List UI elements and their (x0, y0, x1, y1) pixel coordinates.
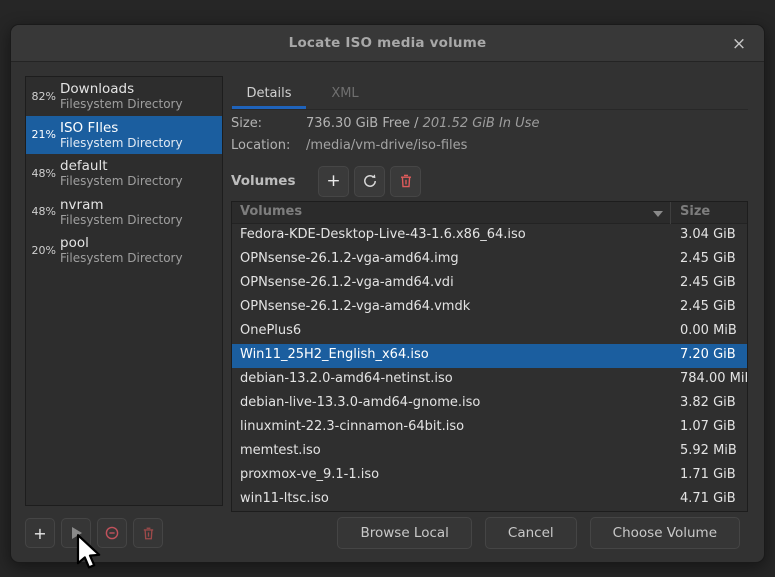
volume-name: linuxmint-22.3-cinnamon-64bit.iso (240, 419, 464, 434)
column-divider[interactable] (670, 202, 671, 224)
storage-pool-item[interactable]: 82% Downloads Filesystem Directory (26, 77, 222, 116)
column-header-size[interactable]: Size (680, 204, 710, 219)
storage-pool-item[interactable]: 21% ISO FIles Filesystem Directory (26, 116, 222, 155)
volume-row[interactable]: debian-13.2.0-amd64-netinst.iso 784.00 M… (232, 368, 747, 392)
volume-size: 4.71 GiB (680, 491, 748, 506)
plus-icon: + (326, 173, 340, 190)
delete-pool-button[interactable] (133, 518, 163, 548)
volume-row[interactable]: linuxmint-22.3-cinnamon-64bit.iso 1.07 G… (232, 416, 747, 440)
close-icon[interactable]: × (728, 33, 750, 55)
volume-row[interactable]: OPNsense-26.1.2-vga-amd64.vdi 2.45 GiB (232, 272, 747, 296)
choose-volume-button[interactable]: Choose Volume (590, 517, 740, 549)
volume-row[interactable]: OPNsense-26.1.2-vga-amd64.vmdk 2.45 GiB (232, 296, 747, 320)
locate-iso-dialog: Locate ISO media volume × 82% Downloads … (10, 24, 765, 563)
storage-pool-list[interactable]: 82% Downloads Filesystem Directory 21% I… (25, 76, 223, 506)
add-pool-button[interactable]: + (25, 518, 55, 548)
sort-descending-icon (653, 211, 663, 217)
size-in-use: 201.52 GiB In Use (418, 116, 539, 131)
tab-label: Details (246, 86, 291, 101)
volumes-section-label: Volumes (231, 173, 318, 189)
storage-pool-item[interactable]: 20% pool Filesystem Directory (26, 231, 222, 270)
pool-name: ISO FIles (60, 120, 183, 136)
volume-size: 1.71 GiB (680, 467, 748, 482)
volume-size: 0.00 MiB (680, 323, 748, 338)
volume-row[interactable]: Fedora-KDE-Desktop-Live-43-1.6.x86_64.is… (232, 224, 747, 248)
plus-icon: + (33, 525, 46, 542)
pool-type: Filesystem Directory (60, 97, 183, 111)
pool-type: Filesystem Directory (60, 251, 183, 265)
volume-size: 7.20 GiB (680, 347, 748, 362)
pool-name: nvram (60, 197, 183, 213)
tab-bar: Details XML (231, 77, 748, 110)
volumes-table-body: Fedora-KDE-Desktop-Live-43-1.6.x86_64.is… (232, 224, 747, 512)
size-free: 736.30 GiB Free / (306, 116, 418, 131)
add-volume-button[interactable]: + (318, 166, 349, 197)
volume-row[interactable]: OnePlus6 0.00 MiB (232, 320, 747, 344)
pool-name: Downloads (60, 81, 183, 97)
dialog-titlebar[interactable]: Locate ISO media volume × (11, 25, 764, 62)
volume-name: OPNsense-26.1.2-vga-amd64.vdi (240, 275, 454, 290)
volume-name: Fedora-KDE-Desktop-Live-43-1.6.x86_64.is… (240, 227, 526, 242)
stop-circle-icon (104, 525, 120, 541)
pool-type: Filesystem Directory (60, 174, 183, 188)
volumes-toolbar: Volumes + (231, 165, 748, 197)
size-row: Size:736.30 GiB Free / 201.52 GiB In Use (231, 116, 748, 134)
volume-size: 784.00 MiB (680, 371, 748, 386)
dialog-title: Locate ISO media volume (289, 35, 487, 51)
volume-size: 2.45 GiB (680, 251, 748, 266)
cancel-button[interactable]: Cancel (485, 517, 577, 549)
location-label: Location: (231, 138, 306, 153)
browse-local-button[interactable]: Browse Local (337, 517, 471, 549)
volume-size: 1.07 GiB (680, 419, 748, 434)
tab[interactable]: Details (231, 77, 307, 109)
pool-usage-percent: 21% (26, 128, 60, 141)
pool-usage-percent: 82% (26, 90, 60, 103)
volume-name: debian-live-13.3.0-amd64-gnome.iso (240, 395, 480, 410)
volume-size: 3.04 GiB (680, 227, 748, 242)
tab-label: XML (331, 86, 358, 101)
refresh-icon (362, 173, 378, 189)
volume-row[interactable]: OPNsense-26.1.2-vga-amd64.img 2.45 GiB (232, 248, 747, 272)
volumes-table-header[interactable]: Volumes Size (232, 202, 747, 224)
refresh-volumes-button[interactable] (354, 166, 385, 197)
pool-type: Filesystem Directory (60, 136, 183, 150)
delete-volume-button[interactable] (390, 166, 421, 197)
storage-pool-item[interactable]: 48% default Filesystem Directory (26, 154, 222, 193)
volume-name: proxmox-ve_9.1-1.iso (240, 467, 379, 482)
size-label: Size: (231, 116, 306, 131)
volume-row[interactable]: Win11_25H2_English_x64.iso 7.20 GiB (232, 344, 747, 368)
storage-pool-item[interactable]: 48% nvram Filesystem Directory (26, 193, 222, 232)
volume-size: 2.45 GiB (680, 275, 748, 290)
location-value: /media/vm-drive/iso-files (306, 138, 467, 153)
trash-icon (398, 173, 414, 189)
volume-row[interactable]: memtest.iso 5.92 MiB (232, 440, 747, 464)
pool-usage-percent: 48% (26, 205, 60, 218)
volume-name: OPNsense-26.1.2-vga-amd64.vmdk (240, 299, 470, 314)
pool-type: Filesystem Directory (60, 213, 183, 227)
pool-usage-percent: 20% (26, 244, 60, 257)
mouse-cursor (76, 534, 102, 572)
trash-icon (141, 526, 156, 541)
location-row: Location:/media/vm-drive/iso-files (231, 138, 748, 156)
volume-name: OnePlus6 (240, 323, 301, 338)
tab[interactable]: XML (307, 77, 383, 109)
pool-name: pool (60, 235, 183, 251)
volume-name: Win11_25H2_English_x64.iso (240, 347, 429, 362)
volume-size: 5.92 MiB (680, 443, 748, 458)
volume-row[interactable]: debian-live-13.3.0-amd64-gnome.iso 3.82 … (232, 392, 747, 416)
pool-usage-percent: 48% (26, 167, 60, 180)
volume-row[interactable]: win11-ltsc.iso 4.71 GiB (232, 488, 747, 512)
volume-size: 2.45 GiB (680, 299, 748, 314)
volume-size: 3.82 GiB (680, 395, 748, 410)
volume-name: OPNsense-26.1.2-vga-amd64.img (240, 251, 459, 266)
volume-row[interactable]: proxmox-ve_9.1-1.iso 1.71 GiB (232, 464, 747, 488)
pool-name: default (60, 158, 183, 174)
volumes-table: Volumes Size Fedora-KDE-Desktop-Live-43-… (231, 201, 748, 512)
volume-name: win11-ltsc.iso (240, 491, 329, 506)
volume-name: memtest.iso (240, 443, 321, 458)
column-header-volumes[interactable]: Volumes (240, 204, 302, 219)
volume-name: debian-13.2.0-amd64-netinst.iso (240, 371, 453, 386)
dialog-action-buttons: Browse Local Cancel Choose Volume (337, 517, 740, 549)
